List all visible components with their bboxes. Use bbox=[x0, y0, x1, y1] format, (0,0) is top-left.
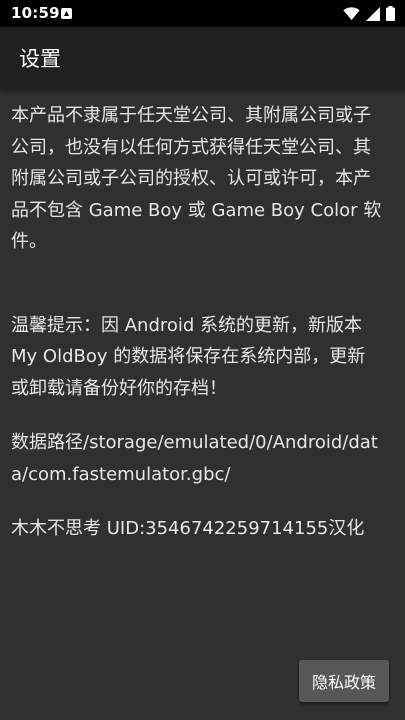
notification-icon bbox=[61, 8, 72, 19]
status-icons bbox=[343, 5, 395, 22]
battery-icon bbox=[386, 6, 395, 21]
disclaimer-text: 本产品不隶属于任天堂公司、其附属公司或子公司，也没有以任何方式获得任天堂公司、其… bbox=[11, 105, 382, 252]
status-bar: 10:59 bbox=[0, 0, 405, 27]
data-path-text: 数据路径/storage/emulated/0/Android/data/com… bbox=[11, 432, 378, 485]
wifi-icon bbox=[343, 6, 360, 21]
privacy-policy-button[interactable]: 隐私政策 bbox=[299, 660, 389, 702]
settings-content: 本产品不隶属于任天堂公司、其附属公司或子公司，也没有以任何方式获得任天堂公司、其… bbox=[11, 100, 383, 545]
page-title: 设置 bbox=[19, 47, 61, 71]
status-time: 10:59 bbox=[11, 4, 60, 22]
update-notice-text: 温馨提示：因 Android 系统的更新，新版本 My OldBoy 的数据将保… bbox=[11, 314, 368, 399]
credits-text: 木木不思考 UID:3546742259714155汉化 bbox=[11, 518, 365, 539]
app-bar: 设置 bbox=[0, 27, 405, 90]
cellular-signal-icon bbox=[366, 6, 380, 21]
